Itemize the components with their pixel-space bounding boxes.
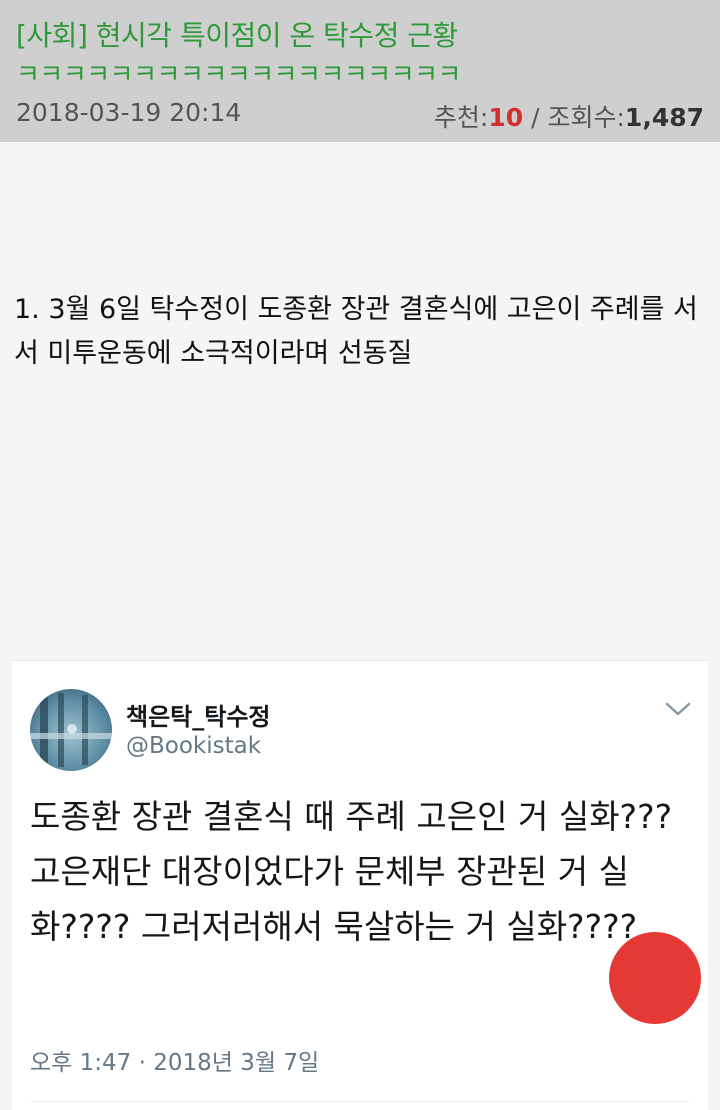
embedded-tweet[interactable]: 책은탁_탁수정 @Bookistak 도종환 장관 결혼식 때 주례 고은인 거… xyxy=(12,660,708,1110)
post-stats: 추천:10 / 조회수:1,487 xyxy=(434,98,704,134)
avatar[interactable] xyxy=(30,689,112,771)
recommend-label: 추천: xyxy=(433,103,489,132)
avatar-photo-icon xyxy=(30,693,112,767)
chevron-down-icon[interactable] xyxy=(664,699,692,719)
recommend-count: 10 xyxy=(488,103,524,132)
floating-action-button[interactable] xyxy=(609,932,701,1024)
views-label: 조회수: xyxy=(547,103,625,132)
post-body-text: 1. 3월 6일 탁수정이 도종환 장관 결혼식에 고은이 주례를 서서 미투운… xyxy=(14,294,698,369)
tweet-divider xyxy=(30,1101,690,1102)
tweet-author-handle[interactable]: @Bookistak xyxy=(126,733,261,759)
post-content: 1. 3월 6일 탁수정이 도종환 장관 결혼식에 고은이 주례를 서서 미투운… xyxy=(0,142,720,1110)
post-title-subtitle: ㅋㅋㅋㅋㅋㅋㅋㅋㅋㅋㅋㅋㅋㅋㅋㅋㅋㅋㅋ xyxy=(16,60,461,90)
post-header: [사회] 현시각 특이점이 온 탁수정 근황 ㅋㅋㅋㅋㅋㅋㅋㅋㅋㅋㅋㅋㅋㅋㅋㅋㅋ… xyxy=(0,0,720,142)
tweet-text: 도종환 장관 결혼식 때 주례 고은인 거 실화??? 고은재단 대장이었다가 … xyxy=(30,797,673,946)
stats-separator: / xyxy=(523,103,548,132)
post-date: 2018-03-19 20:14 xyxy=(16,98,242,127)
views-count: 1,487 xyxy=(624,103,704,132)
tweet-author-name[interactable]: 책은탁_탁수정 xyxy=(126,697,270,732)
tweet-timestamp[interactable]: 오후 1:47 · 2018년 3월 7일 xyxy=(30,1043,319,1077)
post-title: [사회] 현시각 특이점이 온 탁수정 근황 xyxy=(16,19,458,52)
